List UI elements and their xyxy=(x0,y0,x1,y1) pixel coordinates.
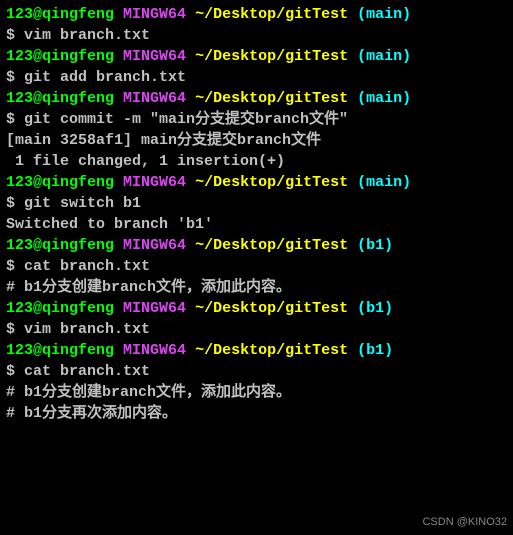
watermark: CSDN @KINO32 xyxy=(422,512,507,533)
prompt-dollar: $ xyxy=(6,363,24,380)
prompt-line: 123@qingfeng MINGW64 ~/Desktop/gitTest (… xyxy=(6,172,507,193)
prompt-path: ~/Desktop/gitTest xyxy=(195,237,348,254)
prompt-dollar: $ xyxy=(6,195,24,212)
prompt-branch: (main) xyxy=(357,48,411,65)
output-line: # b1分支创建branch文件，添加此内容。 xyxy=(6,382,507,403)
prompt-branch: (main) xyxy=(357,174,411,191)
command-line: $ cat branch.txt xyxy=(6,361,507,382)
prompt-env: MINGW64 xyxy=(123,48,186,65)
output-line: Switched to branch 'b1' xyxy=(6,214,507,235)
prompt-branch: (b1) xyxy=(357,342,393,359)
prompt-line: 123@qingfeng MINGW64 ~/Desktop/gitTest (… xyxy=(6,88,507,109)
prompt-path: ~/Desktop/gitTest xyxy=(195,48,348,65)
command-line: $ git commit -m "main分支提交branch文件" xyxy=(6,109,507,130)
prompt-line: 123@qingfeng MINGW64 ~/Desktop/gitTest (… xyxy=(6,298,507,319)
command-text: git commit -m "main分支提交branch文件" xyxy=(24,111,348,128)
command-text: vim branch.txt xyxy=(24,27,150,44)
command-text: git add branch.txt xyxy=(24,69,186,86)
prompt-path: ~/Desktop/gitTest xyxy=(195,342,348,359)
prompt-path: ~/Desktop/gitTest xyxy=(195,90,348,107)
prompt-path: ~/Desktop/gitTest xyxy=(195,6,348,23)
prompt-path: ~/Desktop/gitTest xyxy=(195,174,348,191)
prompt-line: 123@qingfeng MINGW64 ~/Desktop/gitTest (… xyxy=(6,46,507,67)
prompt-branch: (main) xyxy=(357,6,411,23)
prompt-user: 123@qingfeng xyxy=(6,174,114,191)
command-line: $ vim branch.txt xyxy=(6,25,507,46)
command-text: git switch b1 xyxy=(24,195,141,212)
output-line: [main 3258af1] main分支提交branch文件 xyxy=(6,130,507,151)
command-line: $ git add branch.txt xyxy=(6,67,507,88)
terminal[interactable]: 123@qingfeng MINGW64 ~/Desktop/gitTest (… xyxy=(6,4,507,424)
output-line: # b1分支创建branch文件，添加此内容。 xyxy=(6,277,507,298)
command-text: vim branch.txt xyxy=(24,321,150,338)
prompt-user: 123@qingfeng xyxy=(6,6,114,23)
output-line: # b1分支再次添加内容。 xyxy=(6,403,507,424)
prompt-env: MINGW64 xyxy=(123,6,186,23)
prompt-user: 123@qingfeng xyxy=(6,48,114,65)
prompt-dollar: $ xyxy=(6,69,24,86)
prompt-user: 123@qingfeng xyxy=(6,342,114,359)
output-line: 1 file changed, 1 insertion(+) xyxy=(6,151,507,172)
prompt-branch: (b1) xyxy=(357,237,393,254)
prompt-dollar: $ xyxy=(6,27,24,44)
prompt-dollar: $ xyxy=(6,111,24,128)
prompt-env: MINGW64 xyxy=(123,237,186,254)
prompt-user: 123@qingfeng xyxy=(6,300,114,317)
prompt-env: MINGW64 xyxy=(123,90,186,107)
prompt-env: MINGW64 xyxy=(123,300,186,317)
prompt-env: MINGW64 xyxy=(123,342,186,359)
prompt-branch: (b1) xyxy=(357,300,393,317)
prompt-line: 123@qingfeng MINGW64 ~/Desktop/gitTest (… xyxy=(6,4,507,25)
command-line: $ cat branch.txt xyxy=(6,256,507,277)
prompt-user: 123@qingfeng xyxy=(6,237,114,254)
prompt-line: 123@qingfeng MINGW64 ~/Desktop/gitTest (… xyxy=(6,340,507,361)
prompt-user: 123@qingfeng xyxy=(6,90,114,107)
command-line: $ vim branch.txt xyxy=(6,319,507,340)
command-text: cat branch.txt xyxy=(24,363,150,380)
prompt-branch: (main) xyxy=(357,90,411,107)
prompt-line: 123@qingfeng MINGW64 ~/Desktop/gitTest (… xyxy=(6,235,507,256)
prompt-dollar: $ xyxy=(6,258,24,275)
prompt-path: ~/Desktop/gitTest xyxy=(195,300,348,317)
command-line: $ git switch b1 xyxy=(6,193,507,214)
command-text: cat branch.txt xyxy=(24,258,150,275)
prompt-dollar: $ xyxy=(6,321,24,338)
prompt-env: MINGW64 xyxy=(123,174,186,191)
